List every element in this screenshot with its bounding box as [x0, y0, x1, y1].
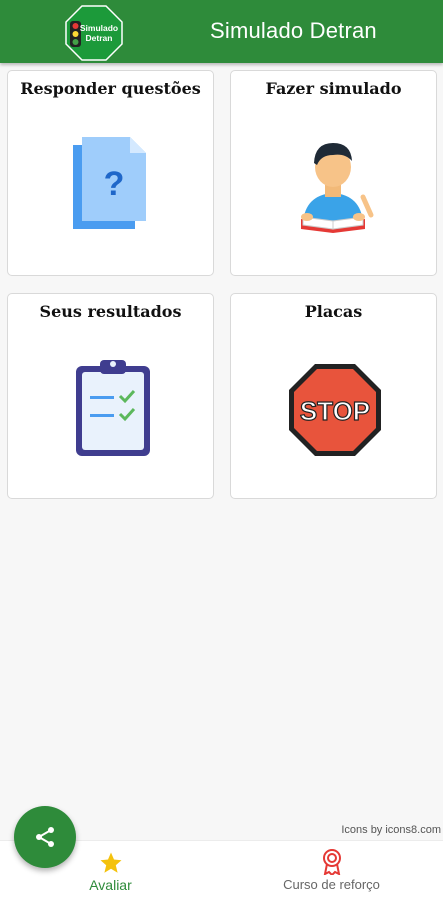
stop-sign-text: STOP	[300, 396, 370, 426]
card-title: Responder questões	[20, 79, 201, 98]
logo-text-line1: Simulado	[80, 23, 118, 33]
nav-item-curso-de-reforco[interactable]: Curso de reforço	[221, 841, 442, 901]
card-placas[interactable]: Placas STOP	[230, 293, 437, 499]
nav-label-curso-de-reforco: Curso de reforço	[283, 877, 380, 892]
award-ribbon-icon	[321, 849, 343, 880]
share-icon	[33, 825, 57, 854]
svg-text:?: ?	[104, 165, 125, 203]
share-button[interactable]	[14, 806, 76, 868]
icons-credit: Icons by icons8.com	[341, 824, 441, 836]
app-logo: Simulado Detran	[64, 4, 124, 62]
card-title: Seus resultados	[39, 302, 182, 321]
logo-text-line2: Detran	[86, 33, 113, 43]
star-icon	[99, 851, 123, 880]
card-fazer-simulado[interactable]: Fazer simulado	[230, 70, 437, 276]
clipboard-checklist-icon	[72, 356, 156, 465]
student-reading-icon	[281, 133, 385, 242]
stop-sign-icon: STOP	[287, 362, 383, 463]
nav-label-avaliar: Avaliar	[89, 877, 132, 893]
card-title: Fazer simulado	[265, 79, 402, 98]
card-seus-resultados[interactable]: Seus resultados	[7, 293, 214, 499]
app-title: Simulado Detran	[210, 18, 377, 43]
card-title: Placas	[304, 302, 363, 321]
question-document-icon: ?	[70, 133, 150, 238]
card-responder-questoes[interactable]: Responder questões ?	[7, 70, 214, 276]
app-bar: Simulado Detran Simulado Detran	[0, 0, 443, 63]
